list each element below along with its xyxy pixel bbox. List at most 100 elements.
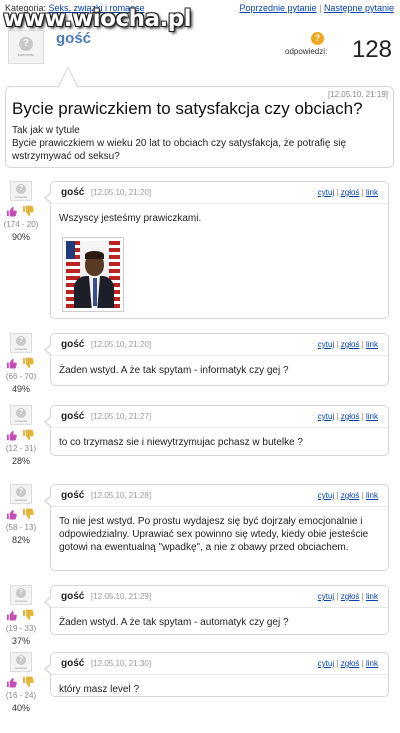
comment-box: gość [12.05.10, 21:30] cytuj | zgłoś | lin… <box>44 652 389 697</box>
thumb-up-icon[interactable] <box>6 610 17 621</box>
action-separator: | <box>361 491 364 500</box>
quote-link[interactable]: cytuj <box>318 491 334 500</box>
report-link[interactable]: zgłoś <box>341 491 360 500</box>
comment-box: gość [12.05.10, 21:29] cytuj | zgłoś | lin… <box>44 585 389 635</box>
comment-row: ? samotuto (174 - 20) 90% gość [12.05.10, 21:… <box>0 181 400 319</box>
comment-header: gość [12.05.10, 21:29] cytuj | zgłoś | lin… <box>51 586 388 608</box>
question-body: Tak jak w tytule Bycie prawiczkiem w wie… <box>12 125 347 162</box>
action-separator: | <box>336 592 339 601</box>
question-mark-icon: ? <box>16 335 26 346</box>
thumb-down-icon[interactable] <box>22 205 34 217</box>
comment-actions: cytuj | zgłoś | link <box>318 188 378 197</box>
vote-percent: 49% <box>11 384 30 394</box>
avatar[interactable]: ? samotuto <box>10 585 32 605</box>
comment-actions: cytuj | zgłoś | link <box>318 592 378 601</box>
avatar-caption: samotuto <box>14 497 28 502</box>
avatar[interactable]: ? samotuto <box>10 181 32 201</box>
action-separator: | <box>361 188 364 197</box>
permalink[interactable]: link <box>366 491 378 500</box>
thumb-up-icon[interactable] <box>6 430 17 441</box>
comment-actions: cytuj | zgłoś | link <box>318 340 378 349</box>
question-mark-icon: ? <box>16 183 26 194</box>
comment-actions: cytuj | zgłoś | link <box>318 412 378 421</box>
quote-link[interactable]: cytuj <box>318 188 334 197</box>
avatar-caption: samotuto <box>14 665 28 670</box>
report-link[interactable]: zgłoś <box>341 188 360 197</box>
comment-text: To nie jest wstyd. Po prostu wydajesz si… <box>59 516 369 553</box>
comment-text: który masz level ? <box>59 684 140 695</box>
quote-link[interactable]: cytuj <box>318 659 334 668</box>
comment-author[interactable]: gość <box>61 490 84 501</box>
permalink[interactable]: link <box>366 188 378 197</box>
thumb-up-icon[interactable] <box>6 206 17 217</box>
comment-actions: cytuj | zgłoś | link <box>318 659 378 668</box>
comment-author[interactable]: gość <box>61 591 84 602</box>
comment-author[interactable]: gość <box>61 187 84 198</box>
vote-count: (12 - 31) <box>5 444 37 453</box>
question-mark-icon: ? <box>16 587 26 598</box>
quote-link[interactable]: cytuj <box>318 592 334 601</box>
vote-count: (19 - 33) <box>5 624 37 633</box>
comment-text: Wszyscy jesteśmy prawiczkami. <box>59 213 202 224</box>
avatar[interactable]: ? samotuto <box>10 652 32 672</box>
permalink[interactable]: link <box>366 592 378 601</box>
question-box: [12.05.10, 21:19] Bycie prawiczkiem to s… <box>5 86 394 168</box>
action-separator: | <box>336 659 339 668</box>
vote-panel: ? samotuto (174 - 20) 90% <box>0 181 42 242</box>
prev-question-link[interactable]: Poprzednie pytanie <box>240 3 317 13</box>
comment-row: ? samotuto (66 - 70) 49% gość [12.05.10, 21:2… <box>0 333 400 394</box>
comment-date: [12.05.10, 21:20] <box>91 340 152 349</box>
report-link[interactable]: zgłoś <box>341 412 360 421</box>
comment-date: [12.05.10, 21:29] <box>91 592 152 601</box>
avatar[interactable]: ? samotuto <box>10 333 32 353</box>
vote-count: (58 - 13) <box>5 523 37 532</box>
comment-date: [12.05.10, 21:27] <box>91 412 152 421</box>
question-title: Bycie prawiczkiem to satysfakcja czy obc… <box>12 99 363 118</box>
vote-percent: 40% <box>11 703 30 713</box>
comment-author[interactable]: gość <box>61 658 84 669</box>
question-nav: Poprzednie pytanie | Następne pytanie <box>240 3 395 13</box>
comment-image[interactable] <box>62 237 124 312</box>
vote-panel: ? samotuto (66 - 70) 49% <box>0 333 42 394</box>
avatar-caption: samotuto <box>17 52 35 57</box>
site-watermark: www.wiocha.pl <box>3 6 192 32</box>
avatar-caption: samotuto <box>14 194 28 199</box>
answers-count: 128 <box>351 36 392 63</box>
report-link[interactable]: zgłoś <box>341 340 360 349</box>
avatar[interactable]: ? samotuto <box>10 484 32 504</box>
thumb-up-icon[interactable] <box>6 358 17 369</box>
quote-link[interactable]: cytuj <box>318 340 334 349</box>
avatar[interactable]: ? samotuto <box>8 30 44 64</box>
avatar[interactable]: ? samotuto <box>10 405 32 425</box>
comment-actions: cytuj | zgłoś | link <box>318 491 378 500</box>
report-link[interactable]: zgłoś <box>341 659 360 668</box>
thumb-down-icon[interactable] <box>22 609 34 621</box>
comment-author[interactable]: gość <box>61 339 84 350</box>
answers-counter: ? odpowiedzi: 128 <box>282 30 392 64</box>
next-question-link[interactable]: Następne pytanie <box>324 3 394 13</box>
report-link[interactable]: zgłoś <box>341 592 360 601</box>
comment-text: to co trzymasz sie i niewytrzymujac pcha… <box>59 437 303 448</box>
thumb-up-icon[interactable] <box>6 509 17 520</box>
comment-author[interactable]: gość <box>61 411 84 422</box>
vote-percent: 28% <box>11 456 30 466</box>
action-separator: | <box>336 412 339 421</box>
thumb-up-icon[interactable] <box>6 677 17 688</box>
thumb-down-icon[interactable] <box>22 676 34 688</box>
thumb-down-icon[interactable] <box>22 508 34 520</box>
vote-percent: 82% <box>11 535 30 545</box>
quote-link[interactable]: cytuj <box>318 412 334 421</box>
thumb-down-icon[interactable] <box>22 429 34 441</box>
nav-separator: | <box>319 3 322 13</box>
vote-percent: 37% <box>11 636 30 646</box>
permalink[interactable]: link <box>366 340 378 349</box>
question-mark-icon: ? <box>16 407 26 418</box>
permalink[interactable]: link <box>366 659 378 668</box>
thumb-down-icon[interactable] <box>22 357 34 369</box>
vote-count: (66 - 70) <box>5 372 37 381</box>
permalink[interactable]: link <box>366 412 378 421</box>
question-author[interactable]: gość <box>56 30 91 47</box>
answer-bubble-icon: ? <box>311 32 324 45</box>
action-separator: | <box>361 340 364 349</box>
vote-panel: ? samotuto (19 - 33) 37% <box>0 585 42 646</box>
